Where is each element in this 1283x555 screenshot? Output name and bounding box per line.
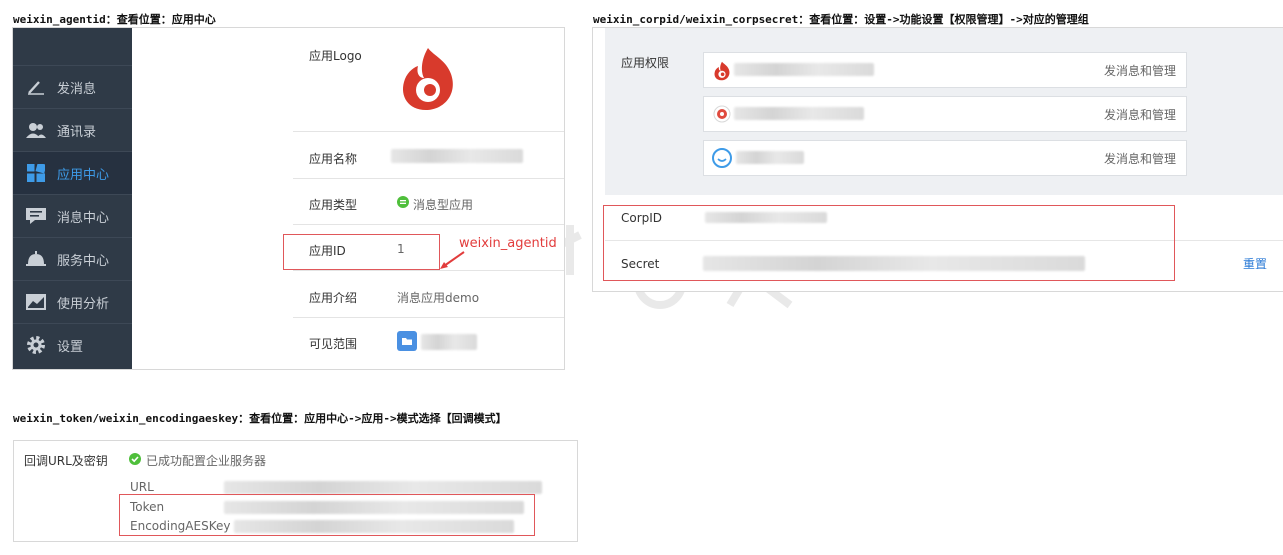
red-badge-icon: [713, 105, 731, 126]
sidebar-item-analytics[interactable]: 使用分析: [13, 280, 132, 323]
logo-label: 应用Logo: [309, 49, 362, 63]
sidebar-item-label: 通讯录: [57, 124, 97, 140]
app-intro-row: 应用介绍 消息应用demo: [293, 270, 564, 318]
apps-grid-icon: [25, 164, 47, 182]
folder-icon: [397, 331, 417, 351]
permission-app-card[interactable]: 发消息和管理: [703, 96, 1187, 132]
sidebar-item-label: 消息中心: [57, 210, 110, 226]
smile-bubble-icon: [712, 148, 732, 171]
token-highlight-box: [119, 494, 535, 536]
sidebar-item-settings[interactable]: 设置: [13, 323, 132, 366]
redacted-app-name: [736, 151, 804, 164]
redacted-url: [224, 481, 542, 494]
annotation-arrow-icon: [438, 250, 466, 274]
app-name-row: 应用名称: [293, 131, 564, 179]
service-bell-icon: [25, 250, 47, 268]
sidebar-item-label: 服务中心: [57, 253, 110, 269]
caption-corpid: weixin_corpid/weixin_corpsecret：查看位置：设置-…: [593, 13, 1089, 26]
manage-permission[interactable]: 发消息和管理: [1104, 62, 1176, 79]
message-type-icon: [397, 196, 409, 211]
sidebar-item-label: 应用中心: [57, 167, 110, 183]
sidebar: 发消息 通讯录 应用中心 消息中心 服务中心 使用分析 设置: [13, 28, 132, 369]
app-logo: [398, 46, 458, 115]
permissions-label: 应用权限: [621, 56, 670, 70]
app-intro-label: 应用介绍: [309, 291, 358, 305]
app-type-label: 应用类型: [309, 198, 358, 212]
app-detail: 应用Logo 应用名称 应用类型 消息型应用 应用ID 1 应用介绍 消息应用d…: [293, 28, 564, 369]
redacted-app-name: [391, 149, 523, 163]
logo-row: 应用Logo: [293, 28, 564, 131]
contacts-icon: [25, 121, 47, 139]
app-type-value: 消息型应用: [413, 198, 474, 212]
manage-permission[interactable]: 发消息和管理: [1104, 106, 1176, 123]
chart-icon: [25, 293, 47, 311]
reset-secret-link[interactable]: 重置: [1243, 255, 1267, 272]
callback-status: 已成功配置企业服务器: [146, 454, 267, 468]
check-circle-icon: [129, 453, 141, 468]
agentid-highlight-box: [283, 234, 440, 270]
visible-scope-label: 可见范围: [309, 337, 358, 351]
corp-credentials-highlight-box: [603, 205, 1175, 281]
permission-app-card[interactable]: 发消息和管理: [703, 52, 1187, 88]
redacted-scope: [421, 334, 477, 350]
app-permissions: 应用权限 发消息和管理 发消息和管理 发消息和管理: [605, 28, 1283, 195]
url-label: URL: [130, 480, 154, 494]
message-icon: [25, 207, 47, 225]
callback-panel: 回调URL及密钥 已成功配置企业服务器 URL Token EncodingAE…: [13, 440, 578, 542]
visible-scope-row: 可见范围: [293, 317, 564, 369]
sidebar-item-app-center[interactable]: 应用中心: [13, 151, 132, 194]
app-intro-value: 消息应用demo: [397, 291, 480, 305]
manage-permission[interactable]: 发消息和管理: [1104, 150, 1176, 167]
sidebar-item-label: 发消息: [57, 81, 97, 97]
gear-icon: [25, 336, 47, 354]
sidebar-item-message-center[interactable]: 消息中心: [13, 194, 132, 237]
flame-logo-icon: [713, 61, 731, 84]
sidebar-item-contacts[interactable]: 通讯录: [13, 108, 132, 151]
permission-panel: 应用权限 发消息和管理 发消息和管理 发消息和管理 CorpID Secret …: [592, 27, 1283, 292]
agentid-annotation: weixin_agentid: [459, 236, 557, 251]
permission-app-card[interactable]: 发消息和管理: [703, 140, 1187, 176]
redacted-app-name: [734, 107, 864, 120]
redacted-app-name: [734, 63, 874, 76]
caption-token: weixin_token/weixin_encodingaeskey：查看位置：…: [13, 412, 507, 425]
caption-agentid: weixin_agentid：查看位置：应用中心: [13, 13, 216, 26]
app-name-label: 应用名称: [309, 152, 358, 166]
sidebar-item-send-message[interactable]: 发消息: [13, 65, 132, 108]
app-type-row: 应用类型 消息型应用: [293, 178, 564, 225]
callback-title: 回调URL及密钥: [24, 454, 108, 468]
pencil-icon: [25, 78, 47, 96]
sidebar-item-label: 使用分析: [57, 296, 110, 312]
app-center-panel: 发消息 通讯录 应用中心 消息中心 服务中心 使用分析 设置 应用Logo 应用…: [12, 27, 565, 370]
sidebar-item-label: 设置: [57, 339, 84, 355]
sidebar-item-service-center[interactable]: 服务中心: [13, 237, 132, 280]
